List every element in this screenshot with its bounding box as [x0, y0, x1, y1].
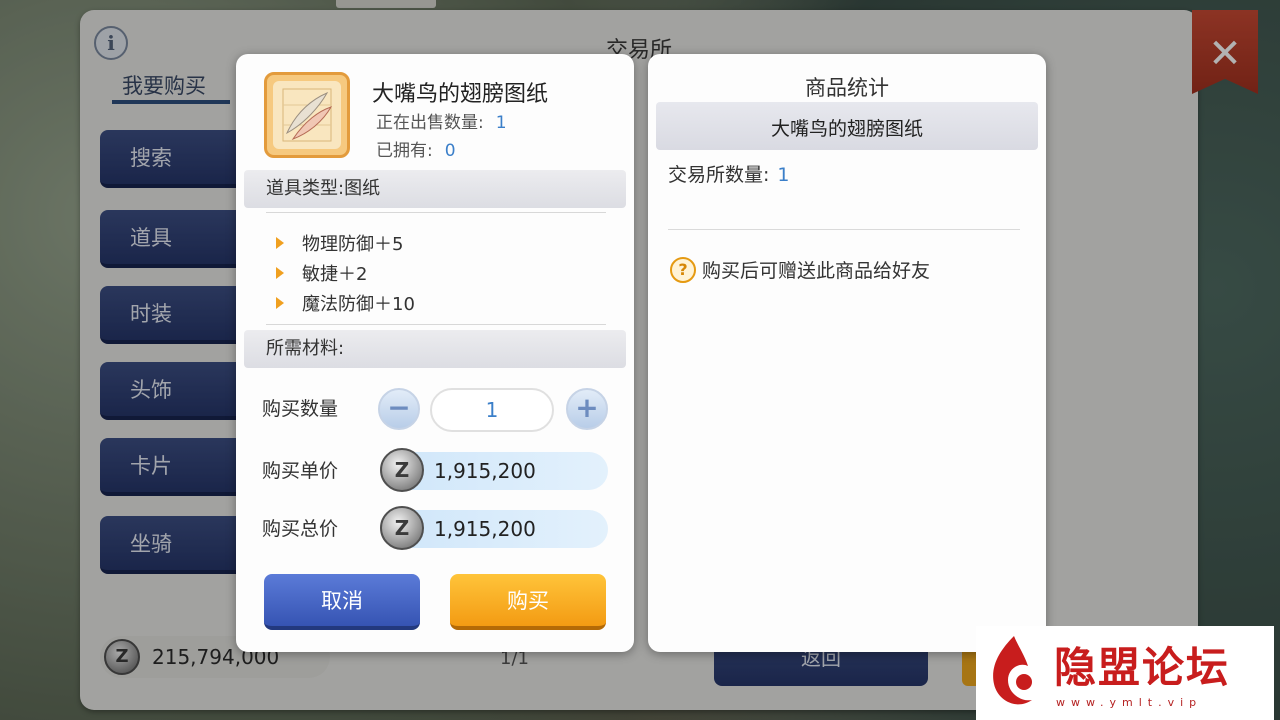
divider	[266, 212, 606, 213]
purchase-panel: 大嘴鸟的翅膀图纸 正在出售数量: 1 已拥有: 0 道具类型:图纸 物理防御＋5 敏…	[236, 54, 634, 652]
blueprint-icon	[273, 81, 341, 149]
item-stats-panel: 商品统计 大嘴鸟的翅膀图纸 交易所数量: 1 ? 购买后可赠送此商品给好友	[648, 54, 1046, 652]
quantity-label: 购买数量	[262, 398, 339, 420]
buy-button[interactable]: 购买	[450, 574, 606, 630]
question-icon[interactable]: ?	[670, 257, 696, 283]
exchange-count: 交易所数量: 1	[668, 160, 790, 187]
bullet-arrow-icon	[276, 237, 284, 249]
attribute-item: 敏捷＋2	[276, 260, 367, 286]
bullet-arrow-icon	[276, 297, 284, 309]
item-type: 道具类型:图纸	[244, 170, 626, 208]
watermark-text: 隐盟论坛	[1054, 643, 1231, 692]
owned-value: 0	[444, 141, 456, 161]
unit-price-display: Z 1,915,200	[380, 448, 608, 492]
on-sale-label: 正在出售数量:	[376, 113, 484, 133]
gift-hint-text: 购买后可赠送此商品给好友	[702, 260, 931, 282]
watermark: 隐盟论坛 www.ymlt.vip	[976, 626, 1274, 720]
total-price-value: 1,915,200	[434, 517, 536, 541]
item-name: 大嘴鸟的翅膀图纸	[372, 82, 549, 107]
modal-overlay	[0, 0, 1280, 720]
decrease-quantity-button[interactable]: −	[378, 388, 420, 430]
watermark-logo-icon	[993, 636, 1032, 705]
total-price-label: 购买总价	[262, 518, 339, 540]
quantity-field[interactable]: 1	[430, 388, 554, 432]
attribute-item: 魔法防御＋10	[276, 290, 415, 316]
divider	[266, 324, 606, 325]
gift-hint: ? 购买后可赠送此商品给好友	[670, 256, 930, 283]
on-sale-value: 1	[495, 113, 507, 133]
increase-quantity-button[interactable]: +	[566, 388, 608, 430]
item-icon	[264, 72, 350, 158]
cancel-button[interactable]: 取消	[264, 574, 420, 630]
stats-item-name: 大嘴鸟的翅膀图纸	[656, 102, 1038, 150]
owned-count: 已拥有: 0	[376, 136, 456, 161]
stats-title: 商品统计	[805, 76, 889, 100]
bullet-arrow-icon	[276, 267, 284, 279]
on-sale-count: 正在出售数量: 1	[376, 108, 507, 133]
owned-label: 已拥有:	[376, 141, 433, 161]
unit-price-label: 购买单价	[262, 460, 339, 482]
divider	[668, 229, 1020, 230]
total-price-display: Z 1,915,200	[380, 506, 608, 550]
zeny-coin-icon: Z	[380, 506, 424, 550]
exchange-count-label: 交易所数量:	[668, 164, 770, 186]
unit-price-value: 1,915,200	[434, 459, 536, 483]
zeny-coin-icon: Z	[380, 448, 424, 492]
materials-label: 所需材料:	[244, 330, 626, 368]
watermark-url: www.ymlt.vip	[1056, 696, 1203, 709]
attribute-item: 物理防御＋5	[276, 230, 403, 256]
exchange-count-value: 1	[777, 164, 790, 186]
